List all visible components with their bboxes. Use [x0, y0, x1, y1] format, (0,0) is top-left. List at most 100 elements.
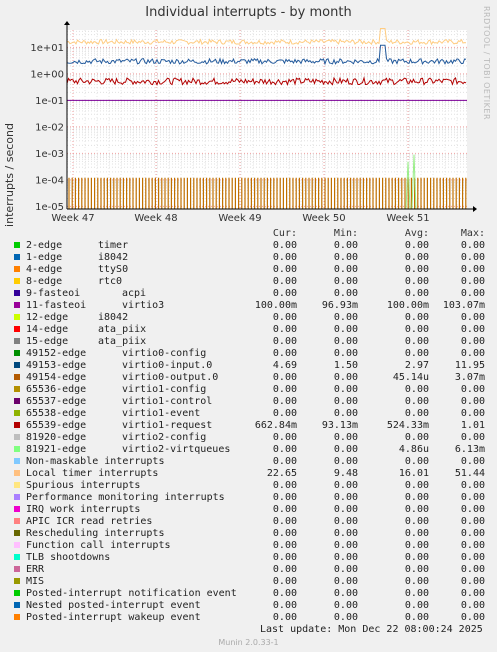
legend-series-label: virtio1-request [122, 420, 213, 431]
legend-series-label: virtio1-event [122, 408, 201, 419]
legend-row: Nested posted-interrupt event 0.00 0.00 0.0… [12, 600, 492, 612]
legend-cur: 0.00 [272, 528, 297, 539]
legend-row: 49154-edge virtio0-output.0 0.00 0.00 45.14u… [12, 372, 492, 384]
legend-row: 81920-edge virtio2-config 0.00 0.00 0.00 0.00 [12, 432, 492, 444]
legend-series-name: 81921-edge [26, 444, 87, 455]
legend-cur: 0.00 [272, 504, 297, 515]
legend-row: Non-maskable interrupts 0.00 0.00 0.00 0.00 [12, 456, 492, 468]
legend-series-name: 11-fasteoi [26, 300, 87, 311]
legend-avg: 0.00 [404, 264, 429, 275]
legend-max: 3.07m [454, 372, 485, 383]
legend-avg: 0.00 [404, 564, 429, 575]
legend-row: 14-edge ata_piix 0.00 0.00 0.00 0.00 [12, 324, 492, 336]
munin-version: Munin 2.0.33-1 [218, 638, 279, 647]
legend-series-label: ttyS0 [98, 264, 129, 275]
header-min: Min: [333, 228, 358, 239]
legend-series-name: Posted-interrupt wakeup event [26, 612, 201, 623]
legend-series-label: virtio1-config [122, 384, 207, 395]
legend-swatch [14, 290, 20, 296]
y-tick-labels: 1e-05 1e-04 1e-03 1e-02 1e-01 1e+00 1e+01 [30, 43, 64, 213]
legend-swatch [14, 614, 20, 620]
legend-avg: 524.33m [386, 420, 429, 431]
legend-max: 0.00 [460, 528, 485, 539]
legend-row: 65538-edge virtio1-event 0.00 0.00 0.00 0.00 [12, 408, 492, 420]
x-tick-labels: Week 47 Week 48 Week 49 Week 50 Week 51 [51, 213, 429, 224]
legend-min: 0.00 [333, 288, 358, 299]
legend-row: 9-fasteoi acpi 0.00 0.00 0.00 0.00 [12, 288, 492, 300]
legend-min: 96.93m [321, 300, 358, 311]
legend-max: 0.00 [460, 480, 485, 491]
legend-row: 65537-edge virtio1-control 0.00 0.00 0.00 0.0… [12, 396, 492, 408]
legend-cur: 662.84m [254, 420, 297, 431]
legend-swatch [14, 302, 20, 308]
x-tick-label: Week 51 [386, 213, 429, 224]
legend-swatch [14, 446, 20, 452]
legend-cur: 22.65 [266, 468, 297, 479]
legend-swatch [14, 314, 20, 320]
legend-max: 0.00 [460, 384, 485, 395]
legend-cur: 0.00 [272, 240, 297, 251]
legend-avg: 0.00 [404, 504, 429, 515]
legend-row: Spurious interrupts 0.00 0.00 0.00 0.00 [12, 480, 492, 492]
legend-min: 0.00 [333, 384, 358, 395]
legend-min: 0.00 [333, 528, 358, 539]
legend-min: 0.00 [333, 240, 358, 251]
legend-swatch [14, 326, 20, 332]
legend-min: 0.00 [333, 552, 358, 563]
legend-swatch [14, 410, 20, 416]
x-axis-arrow [473, 206, 477, 212]
y-tick-label: 1e-03 [35, 149, 64, 160]
legend-min: 0.00 [333, 480, 358, 491]
legend-max: 51.44 [454, 468, 485, 479]
legend-min: 0.00 [333, 588, 358, 599]
legend-max: 11.95 [454, 360, 485, 371]
legend-cur: 0.00 [272, 336, 297, 347]
legend-avg: 0.00 [404, 312, 429, 323]
legend-row: MIS 0.00 0.00 0.00 0.00 [12, 576, 492, 588]
legend-cur: 0.00 [272, 288, 297, 299]
legend-cur: 0.00 [272, 564, 297, 575]
legend-max: 0.00 [460, 576, 485, 587]
legend-table: Cur: Min: Avg: Max: 2-edge timer 0.00 0.00 0… [12, 228, 492, 624]
legend-min: 0.00 [333, 576, 358, 587]
legend-min: 0.00 [333, 324, 358, 335]
legend-max: 0.00 [460, 456, 485, 467]
legend-swatch [14, 590, 20, 596]
legend-min: 0.00 [333, 336, 358, 347]
legend-max: 0.00 [460, 252, 485, 263]
legend-swatch [14, 506, 20, 512]
legend-avg: 0.00 [404, 324, 429, 335]
legend-series-label: i8042 [98, 252, 129, 263]
legend-series-name: 49154-edge [26, 372, 87, 383]
legend-row: 11-fasteoi virtio3 100.00m 96.93m 100.00m 103… [12, 300, 492, 312]
legend-swatch [14, 530, 20, 536]
legend-avg: 0.00 [404, 240, 429, 251]
legend-series-name: MIS [26, 576, 45, 587]
legend-max: 1.01 [460, 420, 485, 431]
legend-min: 9.48 [333, 468, 358, 479]
legend-row: 12-edge i8042 0.00 0.00 0.00 0.00 [12, 312, 492, 324]
legend-avg: 0.00 [404, 396, 429, 407]
legend-max: 0.00 [460, 276, 485, 287]
legend-swatch [14, 554, 20, 560]
legend-swatch [14, 518, 20, 524]
legend-row: 81921-edge virtio2-virtqueues 0.00 0.00 4.86… [12, 444, 492, 456]
legend-series-name: 1-edge [26, 252, 63, 263]
legend-series-name: Function call interrupts [26, 540, 171, 551]
legend-avg: 0.00 [404, 336, 429, 347]
legend-avg: 100.00m [386, 300, 429, 311]
legend-swatch [14, 398, 20, 404]
legend-min: 0.00 [333, 492, 358, 503]
legend-swatch [14, 602, 20, 608]
legend-series-label: virtio1-control [122, 396, 213, 407]
legend-row: 1-edge i8042 0.00 0.00 0.00 0.00 [12, 252, 492, 264]
legend-max: 0.00 [460, 504, 485, 515]
legend-swatch [14, 470, 20, 476]
legend-series-name: Posted-interrupt notification event [26, 588, 237, 599]
legend-swatch [14, 242, 20, 248]
legend-swatch [14, 254, 20, 260]
legend-max: 0.00 [460, 432, 485, 443]
legend-swatch [14, 362, 20, 368]
legend-max: 0.00 [460, 516, 485, 527]
legend-series-label: virtio2-virtqueues [122, 444, 231, 455]
